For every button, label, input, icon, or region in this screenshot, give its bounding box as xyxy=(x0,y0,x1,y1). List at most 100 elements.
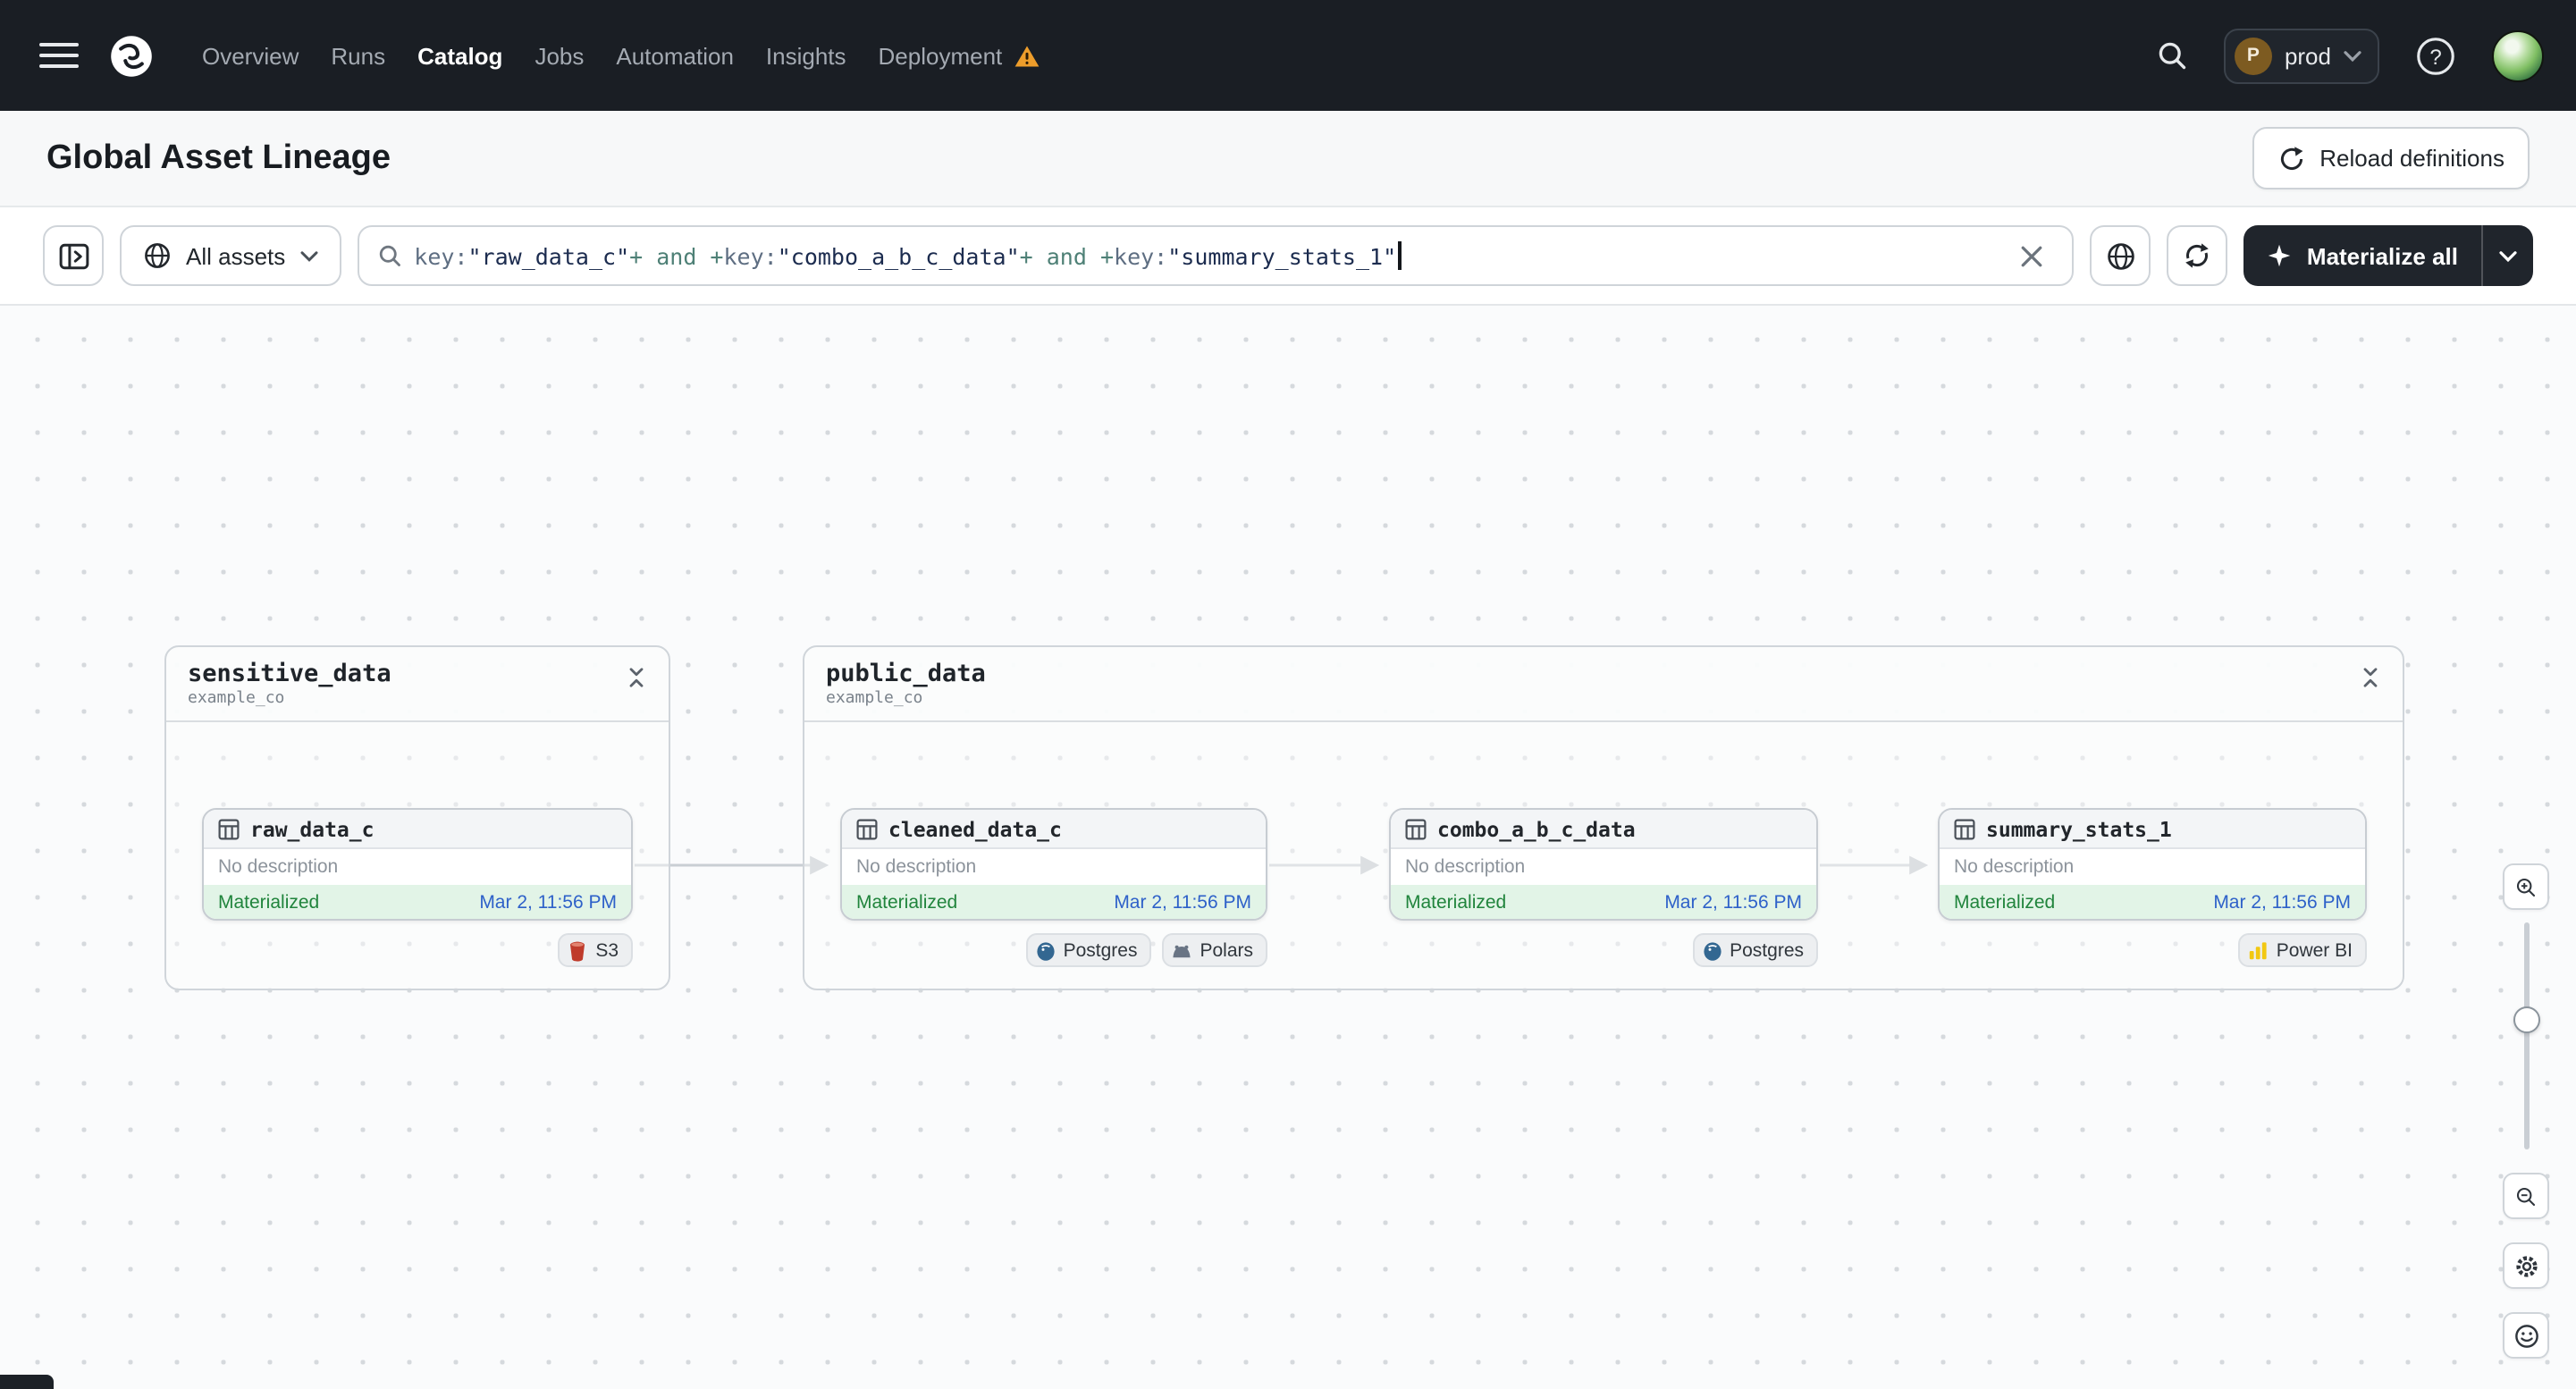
zoom-slider-track xyxy=(2524,922,2530,1149)
table-icon xyxy=(856,818,878,839)
open-panel-button[interactable] xyxy=(43,225,104,286)
asset-node-raw-data-c[interactable]: raw_data_c No description Materialized M… xyxy=(202,808,633,921)
globe-icon xyxy=(143,241,172,270)
group-location: example_co xyxy=(188,690,285,708)
asset-name: combo_a_b_c_data xyxy=(1437,816,1636,841)
table-icon xyxy=(218,818,240,839)
power-bi-icon xyxy=(2248,939,2269,961)
asset-description: No description xyxy=(204,849,631,885)
materialization-timestamp-link[interactable]: Mar 2, 11:56 PM xyxy=(479,891,617,913)
lineage-canvas[interactable]: sensitive_data example_co public_data ex… xyxy=(0,306,2576,1389)
nav-deployment[interactable]: Deployment xyxy=(879,42,1040,69)
feedback-button[interactable] xyxy=(2503,1312,2549,1359)
materialized-badge: Materialized xyxy=(1405,891,1507,913)
search-icon[interactable] xyxy=(2145,38,2199,73)
kind-tags-summary-stats-1: Power BI xyxy=(1938,933,2367,967)
nav-catalog[interactable]: Catalog xyxy=(417,42,502,69)
nav-runs[interactable]: Runs xyxy=(331,42,385,69)
materialize-all-button[interactable]: Materialize all xyxy=(2243,225,2481,286)
chevron-down-icon xyxy=(2344,49,2361,62)
materialized-badge: Materialized xyxy=(856,891,958,913)
table-icon xyxy=(1405,818,1427,839)
asset-scope-dropdown[interactable]: All assets xyxy=(120,225,341,286)
menu-icon[interactable] xyxy=(32,29,86,82)
nav-automation[interactable]: Automation xyxy=(616,42,734,69)
materialization-timestamp-link[interactable]: Mar 2, 11:56 PM xyxy=(1114,891,1251,913)
deployment-avatar: P xyxy=(2234,37,2272,74)
collapse-group-icon[interactable] xyxy=(2360,667,2381,688)
asset-selection-input[interactable]: key: "raw_data_c" + and + key: "combo_a_b_c_… xyxy=(357,225,2075,286)
asset-selection-query: key: "raw_data_c" + and + key: "combo_a_b_c_… xyxy=(414,241,1402,270)
postgres-icon xyxy=(1701,939,1722,961)
asset-name: summary_stats_1 xyxy=(1986,816,2172,841)
s3-icon xyxy=(567,939,588,961)
zoom-out-button[interactable] xyxy=(2503,1173,2549,1219)
help-icon[interactable]: ? xyxy=(2404,33,2467,78)
kind-tags-raw-data-c: S3 xyxy=(202,933,633,967)
kind-tag-power-bi[interactable]: Power BI xyxy=(2238,933,2367,967)
svg-text:?: ? xyxy=(2429,45,2441,69)
sync-icon xyxy=(2184,241,2212,270)
table-icon xyxy=(1954,818,1975,839)
reload-icon xyxy=(2277,144,2305,173)
clear-icon[interactable] xyxy=(2010,242,2055,269)
bottom-left-corner xyxy=(0,1375,54,1389)
kind-tag-postgres[interactable]: Postgres xyxy=(1692,933,1818,967)
deployment-name: prod xyxy=(2284,42,2331,69)
nav-overview[interactable]: Overview xyxy=(202,42,299,69)
graph-settings-button[interactable] xyxy=(2503,1242,2549,1289)
asset-node-combo-a-b-c-data[interactable]: combo_a_b_c_data No description Material… xyxy=(1389,808,1818,921)
globe-icon xyxy=(2106,240,2136,271)
page-header: Global Asset Lineage Reload definitions xyxy=(0,111,2576,207)
postgres-icon xyxy=(1035,939,1056,961)
asset-description: No description xyxy=(1391,849,1816,885)
zoom-in-button[interactable] xyxy=(2503,863,2549,910)
asset-description: No description xyxy=(842,849,1266,885)
zoom-slider[interactable] xyxy=(2513,922,2540,1149)
kind-tag-polars[interactable]: Polars xyxy=(1162,933,1267,967)
graph-view-button[interactable] xyxy=(2090,225,2151,286)
materialization-timestamp-link[interactable]: Mar 2, 11:56 PM xyxy=(2213,891,2351,913)
group-name: sensitive_data xyxy=(188,660,391,688)
materialization-timestamp-link[interactable]: Mar 2, 11:56 PM xyxy=(1664,891,1802,913)
asset-name: cleaned_data_c xyxy=(888,816,1062,841)
materialize-dropdown-button[interactable] xyxy=(2481,225,2533,286)
refresh-button[interactable] xyxy=(2167,225,2228,286)
nav-jobs[interactable]: Jobs xyxy=(535,42,584,69)
search-icon xyxy=(376,243,401,268)
materialized-badge: Materialized xyxy=(218,891,320,913)
reload-definitions-button[interactable]: Reload definitions xyxy=(2252,127,2530,189)
kind-tag-postgres[interactable]: Postgres xyxy=(1025,933,1152,967)
deployment-switcher[interactable]: P prod xyxy=(2223,28,2379,83)
asset-node-summary-stats-1[interactable]: summary_stats_1 No description Materiali… xyxy=(1938,808,2367,921)
kind-tags-combo-a-b-c-data: Postgres xyxy=(1389,933,1818,967)
group-name: public_data xyxy=(826,660,986,688)
asset-name: raw_data_c xyxy=(250,816,375,841)
gear-icon xyxy=(2513,1252,2539,1279)
panel-toggle-icon xyxy=(58,242,88,269)
sparkle-icon xyxy=(2268,243,2293,268)
group-header: public_data example_co xyxy=(804,647,2403,722)
materialized-badge: Materialized xyxy=(1954,891,2056,913)
zoom-slider-handle[interactable] xyxy=(2513,1006,2540,1033)
asset-description: No description xyxy=(1940,849,2365,885)
kind-tags-cleaned-data-c: Postgres Polars xyxy=(840,933,1267,967)
lineage-toolbar: All assets key: "raw_data_c" + and + key: "c… xyxy=(0,207,2576,306)
asset-node-cleaned-data-c[interactable]: cleaned_data_c No description Materializ… xyxy=(840,808,1267,921)
top-nav: Overview Runs Catalog Jobs Automation In… xyxy=(0,0,2576,111)
group-location: example_co xyxy=(826,690,923,708)
group-header: sensitive_data example_co xyxy=(166,647,669,722)
polars-icon xyxy=(1171,939,1192,961)
page-title: Global Asset Lineage xyxy=(46,139,391,176)
dagster-logo[interactable] xyxy=(107,31,156,80)
materialize-split-button: Materialize all xyxy=(2243,225,2533,286)
nav-insights[interactable]: Insights xyxy=(766,42,846,69)
chevron-down-icon xyxy=(299,249,317,262)
warning-icon xyxy=(1013,44,1040,67)
user-avatar[interactable] xyxy=(2492,29,2544,81)
text-cursor xyxy=(1398,241,1402,270)
kind-tag-s3[interactable]: S3 xyxy=(558,933,633,967)
smiley-icon xyxy=(2513,1322,2539,1349)
primary-nav: Overview Runs Catalog Jobs Automation In… xyxy=(202,42,1040,69)
collapse-group-icon[interactable] xyxy=(626,667,647,688)
